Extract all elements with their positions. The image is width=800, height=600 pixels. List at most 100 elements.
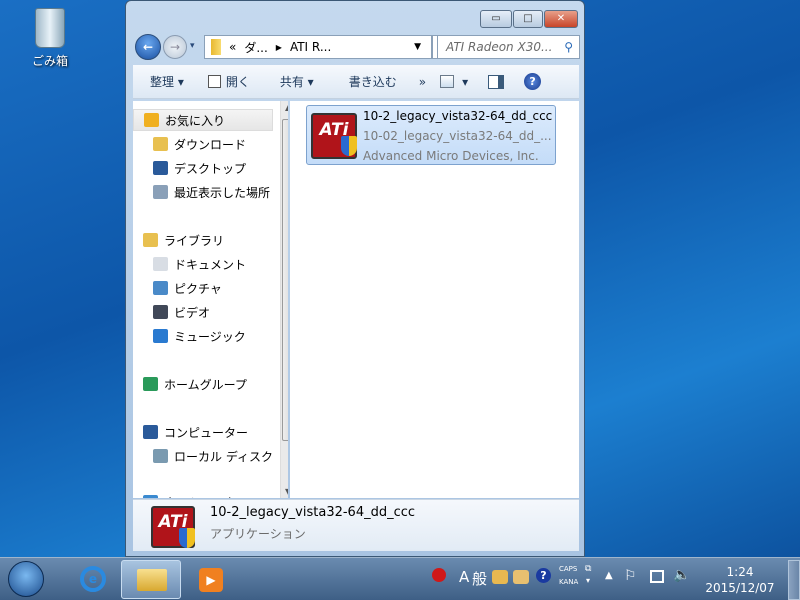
- homegroup-icon: [143, 377, 158, 391]
- ime-input-mode[interactable]: A: [459, 568, 469, 586]
- preview-pane-button[interactable]: [488, 74, 505, 89]
- more-commands-button[interactable]: »: [419, 75, 426, 89]
- open-button[interactable]: 開く: [226, 73, 250, 90]
- nav-item[interactable]: ライブラリ: [133, 229, 273, 251]
- taskbar-media-player[interactable]: ▶: [181, 560, 241, 599]
- nav-item-label: コンピューター: [164, 425, 249, 440]
- close-button[interactable]: ✕: [544, 10, 578, 28]
- address-dropdown-icon[interactable]: ▼: [414, 42, 421, 52]
- nav-item[interactable]: ダウンロード: [133, 133, 273, 155]
- organize-button[interactable]: 整理 ▾: [150, 73, 184, 90]
- recent-places-icon: [153, 185, 168, 199]
- nav-item-label: ネットワーク: [164, 494, 236, 499]
- maximize-button[interactable]: □: [513, 10, 543, 28]
- scrollbar-thumb[interactable]: [282, 119, 288, 441]
- nav-item[interactable]: 最近表示した場所: [133, 181, 273, 203]
- share-button[interactable]: 共有 ▾: [280, 73, 314, 90]
- uac-shield-icon: [179, 528, 195, 548]
- navigation-pane: お気に入りダウンロード デスクトップ最近表示した場所ライブラリドキュメント ピクチャ…: [133, 101, 288, 498]
- ime-restore-icon[interactable]: ⧉: [585, 564, 591, 574]
- recycle-bin[interactable]: ごみ箱: [22, 8, 78, 69]
- open-icon: [207, 75, 221, 88]
- start-button[interactable]: [8, 561, 44, 597]
- ime-options-icon[interactable]: ▾: [586, 576, 590, 585]
- downloads-folder-icon: [153, 137, 168, 151]
- nav-item[interactable]: ネットワーク: [133, 491, 273, 498]
- details-file-name: 10-2_legacy_vista32-64_dd_ccc: [210, 505, 416, 520]
- breadcrumb-item[interactable]: ATI R...: [290, 40, 331, 54]
- nav-item[interactable]: ローカル ディスク: [133, 445, 273, 467]
- network-icon[interactable]: [650, 570, 664, 583]
- minimize-button[interactable]: ▭: [480, 10, 512, 28]
- volume-icon[interactable]: 🔈: [673, 567, 690, 583]
- burn-button[interactable]: 書き込む: [349, 73, 397, 90]
- file-company: Advanced Micro Devices, Inc.: [363, 149, 539, 163]
- command-bar: 整理 ▾ 開く 共有 ▾ 書き込む » ▾ ?: [133, 65, 579, 99]
- breadcrumb-separator-icon[interactable]: ▶: [276, 43, 282, 52]
- desktop-icon: [153, 161, 168, 175]
- scroll-down-icon[interactable]: ▼: [285, 487, 288, 496]
- computer-icon: [143, 425, 158, 439]
- taskbar-explorer[interactable]: [121, 560, 181, 599]
- caps-indicator: CAPS: [559, 565, 578, 573]
- network-icon: [143, 495, 158, 498]
- nav-item[interactable]: お気に入り: [133, 109, 273, 131]
- folder-icon: [211, 39, 221, 55]
- taskbar: e ▶ A 般 ? CAPS KANA ⧉ ▾ ▲ ⚐ 🔈 1:24 2015/…: [0, 557, 800, 600]
- nav-item-label: ビデオ: [174, 305, 211, 320]
- file-name: 10-2_legacy_vista32-64_dd_ccc: [363, 109, 553, 123]
- nav-item[interactable]: ドキュメント: [133, 253, 273, 275]
- ime-tools-icon[interactable]: [492, 570, 508, 584]
- scroll-up-icon[interactable]: ▲: [285, 103, 288, 112]
- internet-explorer-icon: e: [80, 566, 106, 592]
- nav-item[interactable]: ミュージック: [133, 325, 273, 347]
- breadcrumb-item[interactable]: ダ...: [244, 39, 267, 56]
- ime-pad-icon[interactable]: [432, 568, 446, 582]
- forward-button[interactable]: →: [163, 35, 187, 59]
- nav-item[interactable]: ホームグループ: [133, 373, 273, 395]
- nav-item-label: ダウンロード: [174, 137, 247, 152]
- nav-item-label: ミュージック: [174, 329, 246, 344]
- back-button[interactable]: ←: [135, 34, 161, 60]
- clock[interactable]: 1:24 2015/12/07: [695, 564, 785, 596]
- help-button[interactable]: ?: [524, 73, 542, 90]
- nav-item-label: ドキュメント: [174, 257, 247, 272]
- nav-item[interactable]: ピクチャ: [133, 277, 273, 299]
- search-placeholder: ATI Radeon X30...: [446, 40, 553, 54]
- change-view-icon[interactable]: [440, 75, 455, 88]
- nav-item-label: お気に入り: [165, 113, 226, 128]
- recycle-bin-icon: [35, 8, 65, 48]
- show-desktop-button[interactable]: [788, 560, 800, 600]
- ime-conversion-mode[interactable]: 般: [472, 568, 487, 589]
- file-list: ATi 10-2_legacy_vista32-64_dd_ccc 10-02_…: [290, 101, 579, 498]
- action-center-flag-icon[interactable]: ⚐: [624, 568, 637, 584]
- recent-pages-dropdown[interactable]: ▾: [190, 41, 195, 51]
- media-player-icon: ▶: [199, 568, 223, 592]
- view-options-dropdown[interactable]: ▾: [462, 75, 468, 89]
- documents-icon: [153, 257, 168, 271]
- nav-scrollbar[interactable]: ▲ ▼: [280, 101, 288, 498]
- search-icon: ⚲: [564, 40, 573, 54]
- nav-item[interactable]: デスクトップ: [133, 157, 273, 179]
- uac-shield-icon: [341, 136, 357, 156]
- recycle-bin-label: ごみ箱: [31, 54, 68, 68]
- explorer-window: ▭ □ ✕ ← → ▾ « ダ... ▶ ATI R... ▼ ⇆ ATI Ra…: [125, 0, 585, 557]
- clock-time: 1:24: [726, 565, 754, 579]
- file-description: 10-02_legacy_vista32-64_dd_...: [363, 129, 552, 143]
- folder-icon: [137, 569, 167, 591]
- show-hidden-icons-button[interactable]: ▲: [605, 570, 613, 581]
- nav-item[interactable]: コンピューター: [133, 421, 273, 443]
- address-bar[interactable]: « ダ... ▶ ATI R... ▼: [204, 35, 432, 59]
- ime-dictionary-icon[interactable]: [513, 570, 529, 584]
- taskbar-internet-explorer[interactable]: e: [62, 560, 122, 599]
- clock-date: 2015/12/07: [705, 581, 775, 595]
- nav-item-label: デスクトップ: [174, 161, 247, 176]
- library-icon: [143, 233, 158, 247]
- file-item[interactable]: ATi 10-2_legacy_vista32-64_dd_ccc 10-02_…: [306, 105, 556, 165]
- search-input[interactable]: ATI Radeon X30... ⚲: [437, 35, 580, 59]
- nav-item-label: ピクチャ: [174, 281, 222, 296]
- ime-help-icon[interactable]: ?: [536, 568, 551, 583]
- nav-item[interactable]: ビデオ: [133, 301, 273, 323]
- breadcrumb-overflow[interactable]: «: [229, 40, 236, 54]
- nav-item-label: ライブラリ: [164, 233, 225, 248]
